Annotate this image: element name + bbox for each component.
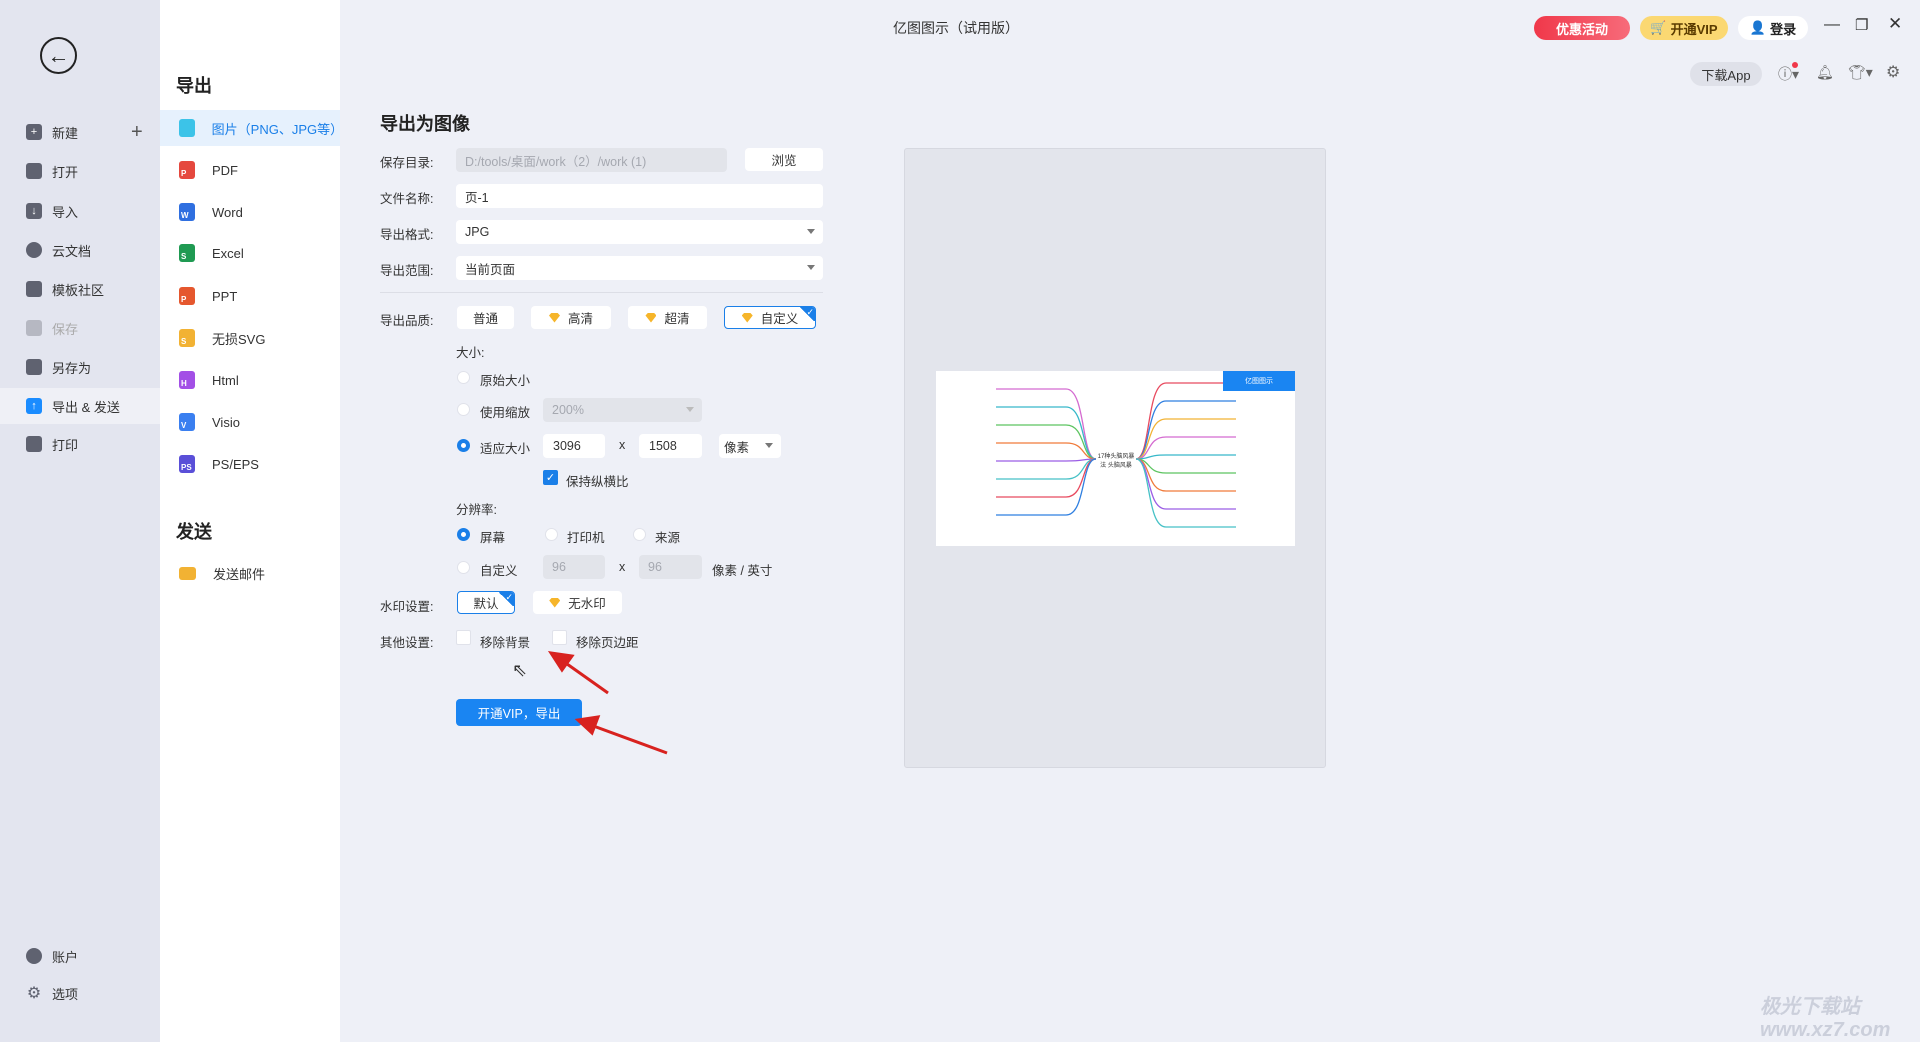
mindmap-branch — [1135, 458, 1236, 474]
mindmap-branch — [1135, 436, 1236, 460]
preview-image: 17种头脑风暴法 头脑风暴 亿图图示 — [936, 371, 1295, 546]
mindmap-center: 17种头脑风暴法 头脑风暴 — [1097, 454, 1135, 469]
mindmap-branch — [996, 458, 1097, 516]
red-arrow — [587, 722, 668, 755]
mindmap-branch — [1135, 418, 1236, 460]
mindmap-branch — [996, 424, 1097, 460]
mindmap-branch — [996, 458, 1097, 480]
mindmap-branch — [996, 458, 1097, 462]
brand-badge: 亿图图示 — [1223, 371, 1295, 391]
preview-panel: 17种头脑风暴法 头脑风暴 亿图图示 — [904, 148, 1326, 768]
red-arrow-head — [574, 715, 601, 736]
mindmap-branch — [1135, 458, 1236, 528]
site-watermark-logo: 极光下载站 www.xz7.com — [1760, 996, 1891, 1041]
red-arrow-head — [547, 651, 575, 673]
mindmap-branch — [1135, 458, 1236, 492]
mindmap-branch — [1135, 454, 1236, 460]
mindmap-branch — [996, 458, 1097, 498]
mindmap-branch — [996, 442, 1097, 460]
